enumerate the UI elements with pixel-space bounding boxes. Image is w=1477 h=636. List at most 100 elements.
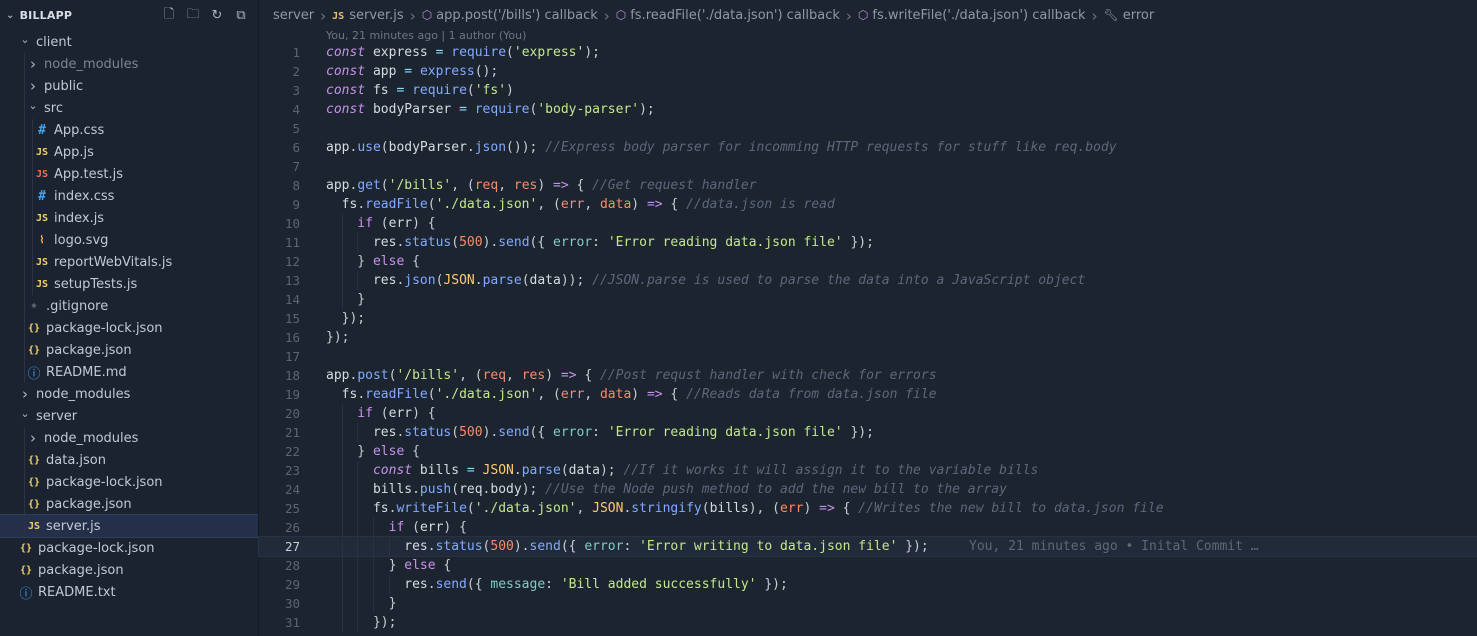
tree-item[interactable]: {} package.json (0, 493, 258, 515)
code-line[interactable]: 24 bills.push(req.body); //Use the Node … (259, 480, 1477, 499)
file-tree: ⌄ client › node_modules › public ⌄ src # App.css J… (0, 31, 258, 603)
tree-item[interactable]: JS App.test.js (0, 163, 258, 185)
tree-item[interactable]: ⌄ server (0, 405, 258, 427)
refresh-icon[interactable]: ↻ (208, 7, 226, 25)
tree-item[interactable]: JS App.js (0, 141, 258, 163)
breadcrumb-item[interactable]: ⬡ app.post('/bills') callback (422, 8, 598, 23)
code-line[interactable]: 6 app.use(bodyParser.json()); //Express b… (259, 138, 1477, 157)
code-line[interactable]: 31 }); (259, 613, 1477, 632)
wrench-icon: 🔧︎ (1103, 8, 1119, 22)
code-token: 'Error reading data.json file' (607, 235, 843, 250)
code-token: data (568, 463, 600, 478)
tree-item[interactable]: # App.css (0, 119, 258, 141)
indent-guide (24, 515, 25, 537)
tree-item[interactable]: {} package.json (0, 339, 258, 361)
code-line[interactable]: 30 } (259, 594, 1477, 613)
code-line[interactable]: 3 const fs = require('fs') (259, 81, 1477, 100)
code-line[interactable]: 11 res.status(500).send({ error: 'Error … (259, 233, 1477, 252)
code-line[interactable]: 20 if (err) { (259, 404, 1477, 423)
tree-item[interactable]: JS server.js (0, 514, 258, 538)
tree-item[interactable]: › node_modules (0, 53, 258, 75)
code-token: { (662, 197, 687, 212)
code-token: //Writes the new bill to data.json file (858, 501, 1164, 516)
tree-item[interactable]: JS setupTests.js (0, 273, 258, 295)
code-line[interactable]: 8 app.get('/bills', (req, res) => { //Get… (259, 176, 1477, 195)
tree-item[interactable]: # index.css (0, 185, 258, 207)
code-line[interactable]: 12 } else { (259, 252, 1477, 271)
tree-item[interactable]: ⌄ src (0, 97, 258, 119)
breadcrumb-item[interactable]: 🔧︎ error (1103, 8, 1154, 23)
tree-item[interactable]: › node_modules (0, 383, 258, 405)
code-line[interactable]: 4 const bodyParser = require('body-parser… (259, 100, 1477, 119)
line-number: 14 (284, 292, 300, 307)
chevron-right-icon: › (22, 385, 28, 403)
code-line[interactable]: 25 fs.writeFile('./data.json', JSON.stri… (259, 499, 1477, 518)
tree-item[interactable]: {} package-lock.json (0, 317, 258, 339)
tree-item[interactable]: {} package-lock.json (0, 471, 258, 493)
code-line[interactable]: 18 app.post('/bills', (req, res) => { //P… (259, 366, 1477, 385)
inline-blame[interactable]: You, 21 minutes ago • Inital Commit … (969, 539, 1259, 554)
tree-item[interactable]: › public (0, 75, 258, 97)
tree-item-label: node_modules (44, 56, 139, 72)
code-line[interactable]: 23 const bills = JSON.parse(data); //If … (259, 461, 1477, 480)
code-token: if (326, 216, 373, 231)
code-text: app.post('/bills', (req, res) => { //Pos… (326, 368, 937, 383)
code-token: app (326, 140, 350, 155)
code-line[interactable]: 22 } else { (259, 442, 1477, 461)
line-number: 15 (284, 311, 300, 326)
breadcrumb-item[interactable]: ⬡ fs.writeFile('./data.json') callback (858, 8, 1086, 23)
code-line[interactable]: 9 fs.readFile('./data.json', (err, data)… (259, 195, 1477, 214)
code-line[interactable]: 1 const express = require('express'); (259, 43, 1477, 62)
code-line[interactable]: 28 } else { (259, 556, 1477, 575)
code-line[interactable]: 13 res.json(JSON.parse(data)); //JSON.pa… (259, 271, 1477, 290)
code-line[interactable]: 21 res.status(500).send({ error: 'Error … (259, 423, 1477, 442)
code-line[interactable]: 15 }); (259, 309, 1477, 328)
tree-item[interactable]: {} data.json (0, 449, 258, 471)
code-token: ( (466, 501, 475, 516)
code-token: //Reads data from data.json file (686, 387, 937, 402)
code-token: ); (599, 463, 616, 478)
code-token: JSON (482, 463, 514, 478)
code-line[interactable]: 27 res.status(500).send({ error: 'Error … (258, 536, 1477, 557)
code-text: app.get('/bills', (req, res) => { //Get … (326, 178, 757, 193)
explorer-root-title[interactable]: ⌄ BILLAPP (6, 9, 72, 22)
codelens-blame[interactable]: You, 21 minutes ago | 1 author (You) (326, 29, 526, 42)
code-line[interactable]: 19 fs.readFile('./data.json', (err, data… (259, 385, 1477, 404)
new-file-icon[interactable]: 🗋 (160, 7, 178, 25)
code-line[interactable]: 17 (259, 347, 1477, 366)
breadcrumb: server › JS server.js › ⬡ app.post('/bills') c… (259, 0, 1477, 31)
tree-item[interactable]: ⓘ README.md (0, 361, 258, 383)
code-token: , ( (537, 387, 561, 402)
breadcrumb-item[interactable]: server (273, 8, 314, 23)
code-line[interactable]: 29 res.send({ message: 'Bill added succe… (259, 575, 1477, 594)
code-line[interactable]: 14 } (259, 290, 1477, 309)
tree-item[interactable]: › node_modules (0, 427, 258, 449)
breadcrumb-item[interactable]: ⬡ fs.readFile('./data.json') callback (616, 8, 840, 23)
json-file-icon: {} (27, 476, 41, 488)
code-area[interactable]: 1 const express = require('express'); 2 con… (258, 43, 1477, 632)
tree-item[interactable]: {} package-lock.json (0, 537, 258, 559)
code-line[interactable]: 16}); (259, 328, 1477, 347)
code-line[interactable]: 5 (259, 119, 1477, 138)
collapse-all-icon[interactable]: ⧉ (232, 7, 250, 25)
tree-item[interactable]: JS reportWebVitals.js (0, 251, 258, 273)
tree-item[interactable]: JS index.js (0, 207, 258, 229)
code-line[interactable]: 10 if (err) { (259, 214, 1477, 233)
indent-guide (24, 427, 25, 449)
new-folder-icon[interactable]: 🗀 (184, 7, 202, 25)
tree-item[interactable]: ⌇ logo.svg (0, 229, 258, 251)
indent-guide (24, 493, 25, 515)
json-file-icon: {} (27, 454, 41, 466)
breadcrumb-item[interactable]: JS server.js (332, 8, 404, 23)
code-text: app.use(bodyParser.json()); //Express bo… (326, 140, 1117, 155)
code-token: require (474, 102, 530, 117)
code-token: req (459, 482, 483, 497)
code-token: if (326, 520, 405, 535)
code-line[interactable]: 7 (259, 157, 1477, 176)
tree-item[interactable]: ◆ .gitignore (0, 295, 258, 317)
tree-item[interactable]: {} package.json (0, 559, 258, 581)
tree-item[interactable]: ⌄ client (0, 31, 258, 53)
tree-item[interactable]: ⓘ README.txt (0, 581, 258, 603)
code-line[interactable]: 26 if (err) { (259, 518, 1477, 537)
code-line[interactable]: 2 const app = express(); (259, 62, 1477, 81)
